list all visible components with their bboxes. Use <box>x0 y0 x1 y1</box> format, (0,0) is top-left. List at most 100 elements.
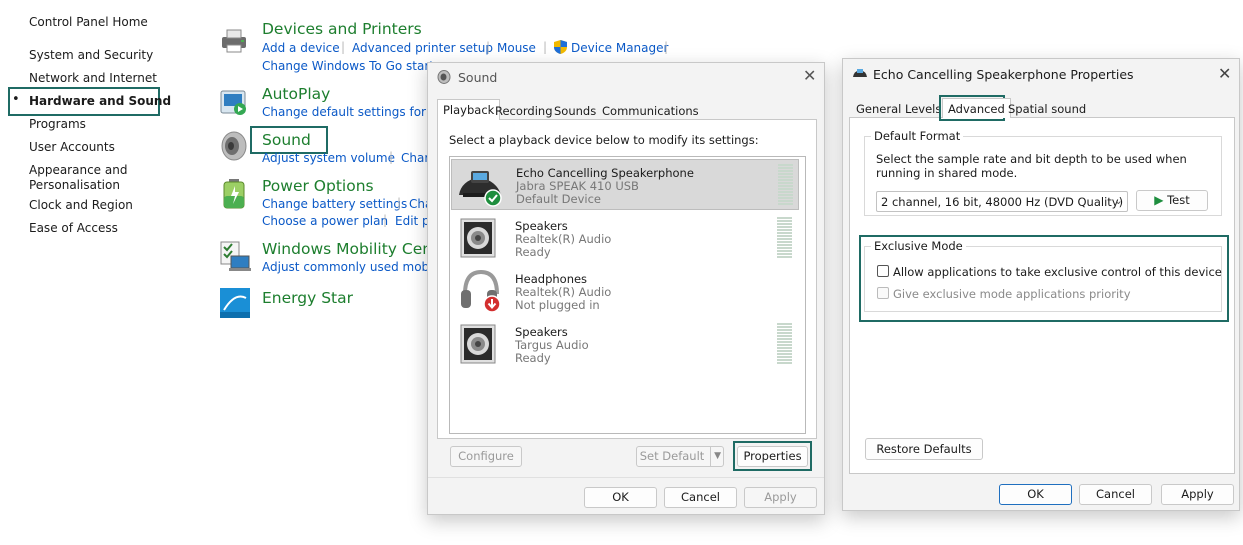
add-device-link[interactable]: Add a device <box>262 41 340 55</box>
separator: | <box>341 40 346 54</box>
device-status: Not plugged in <box>515 298 600 312</box>
adjust-system-volume-link[interactable]: Adjust system volume <box>262 151 395 165</box>
allow-exclusive-label[interactable]: Allow applications to take exclusive con… <box>893 265 1222 279</box>
volume-level-meter <box>777 217 792 259</box>
change-sounds-link[interactable]: Char <box>401 151 429 165</box>
cancel-button[interactable]: Cancel <box>1079 484 1152 505</box>
advanced-printer-setup-link[interactable]: Advanced printer setup <box>352 41 493 55</box>
device-driver: Realtek(R) Audio <box>515 285 612 299</box>
nav-ease-of-access[interactable]: Ease of Access <box>29 221 118 235</box>
device-status: Ready <box>515 245 551 259</box>
nav-system-security[interactable]: System and Security <box>29 48 153 62</box>
exclusive-priority-checkbox[interactable] <box>877 287 889 299</box>
properties-button[interactable]: Properties <box>737 446 808 467</box>
sound-speaker-icon <box>221 131 247 161</box>
tab-communications[interactable]: Communications <box>597 101 704 121</box>
autoplay-icon <box>220 90 246 115</box>
device-name: Speakers <box>515 325 568 339</box>
properties-dialog: Echo Cancelling Speakerphone Properties … <box>842 58 1240 511</box>
device-name: Speakers <box>515 219 568 233</box>
nav-network-internet[interactable]: Network and Internet <box>29 71 157 85</box>
speaker-icon <box>460 324 496 364</box>
mouse-link[interactable]: Mouse <box>497 41 536 55</box>
restore-defaults-button[interactable]: Restore Defaults <box>865 438 983 460</box>
ok-button[interactable]: OK <box>584 487 657 508</box>
separator: | <box>389 150 394 164</box>
sound-dialog-title: Sound <box>458 70 498 85</box>
device-name: Echo Cancelling Speakerphone <box>516 166 694 180</box>
edit-power-plan-link[interactable]: Edit p <box>395 214 430 228</box>
close-icon[interactable]: ✕ <box>1218 64 1231 83</box>
tab-general[interactable]: General <box>851 99 906 119</box>
playback-instruction: Select a playback device below to modify… <box>449 133 759 147</box>
change-battery-settings-link[interactable]: Change battery settings <box>262 197 407 211</box>
playback-device-list: Echo Cancelling Speakerphone Jabra SPEAK… <box>449 156 806 434</box>
tab-advanced[interactable]: Advanced <box>942 98 1011 118</box>
tab-sounds[interactable]: Sounds <box>549 101 601 121</box>
mobility-settings-link[interactable]: Adjust commonly used mobilit <box>262 260 444 274</box>
separator: | <box>397 196 402 210</box>
power-options-title[interactable]: Power Options <box>262 177 374 195</box>
devices-printers-title[interactable]: Devices and Printers <box>262 20 422 38</box>
shield-icon <box>554 40 567 54</box>
close-icon[interactable]: ✕ <box>803 66 816 85</box>
allow-exclusive-checkbox[interactable] <box>877 265 889 277</box>
mobility-center-icon <box>220 241 251 271</box>
volume-level-meter <box>778 164 793 206</box>
nav-appearance[interactable]: Appearance and Personalisation <box>29 163 139 193</box>
nav-programs[interactable]: Programs <box>29 117 86 131</box>
exclusive-priority-label: Give exclusive mode applications priorit… <box>893 287 1131 301</box>
separator: | <box>486 40 491 54</box>
energy-star-icon <box>220 288 250 318</box>
separator: | <box>664 40 669 54</box>
exclusive-mode-group <box>864 246 1222 312</box>
nav-clock-region[interactable]: Clock and Region <box>29 198 133 212</box>
properties-dialog-title: Echo Cancelling Speakerphone Properties <box>873 67 1134 82</box>
speakerphone-icon <box>459 171 502 207</box>
list-item[interactable]: Speakers Realtek(R) Audio Ready <box>451 213 799 264</box>
device-driver: Targus Audio <box>515 338 589 352</box>
chevron-down-icon: ⌄ <box>1113 194 1123 207</box>
default-format-description: Select the sample rate and bit depth to … <box>876 152 1187 180</box>
sound-dialog-speaker-icon <box>437 70 451 84</box>
headphones-icon <box>461 269 501 313</box>
device-driver: Realtek(R) Audio <box>515 232 612 246</box>
autoplay-title[interactable]: AutoPlay <box>262 85 330 103</box>
set-default-button[interactable]: Set Default ▼ <box>636 446 724 467</box>
test-button[interactable]: ▶ Test <box>1136 190 1208 211</box>
sample-rate-select[interactable]: 2 channel, 16 bit, 48000 Hz (DVD Quality… <box>876 191 1128 212</box>
default-format-label: Default Format <box>871 129 964 143</box>
list-item[interactable]: Headphones Realtek(R) Audio Not plugged … <box>451 266 799 317</box>
sample-rate-value: 2 channel, 16 bit, 48000 Hz (DVD Quality… <box>881 195 1124 209</box>
chevron-down-icon[interactable]: ▼ <box>710 447 721 466</box>
mobility-centre-title[interactable]: Windows Mobility Centr <box>262 240 445 258</box>
device-status: Ready <box>515 351 551 365</box>
device-driver: Jabra SPEAK 410 USB <box>516 179 639 193</box>
set-default-label: Set Default <box>639 449 705 463</box>
apply-button[interactable]: Apply <box>744 487 817 508</box>
energy-star-title[interactable]: Energy Star <box>262 289 353 307</box>
windows-to-go-link[interactable]: Change Windows To Go start-u <box>262 59 446 73</box>
list-item[interactable]: Speakers Targus Audio Ready <box>451 319 799 370</box>
printer-icon <box>222 29 246 53</box>
speakerphone-small-icon <box>853 69 867 77</box>
nav-user-accounts[interactable]: User Accounts <box>29 140 115 154</box>
volume-level-meter <box>777 323 792 365</box>
tab-recording[interactable]: Recording <box>490 101 558 121</box>
play-icon: ▶ <box>1154 193 1164 207</box>
sound-title[interactable]: Sound <box>262 131 311 149</box>
list-item[interactable]: Echo Cancelling Speakerphone Jabra SPEAK… <box>451 159 799 210</box>
ok-button[interactable]: OK <box>999 484 1072 505</box>
sound-dialog-footer <box>428 477 824 478</box>
device-manager-link[interactable]: Device Manager <box>571 41 668 55</box>
nav-hardware-sound[interactable]: Hardware and Sound <box>29 94 171 108</box>
nav-active-bullet: • <box>12 92 20 107</box>
choose-power-plan-link[interactable]: Choose a power plan <box>262 214 388 228</box>
configure-button[interactable]: Configure <box>450 446 522 467</box>
device-name: Headphones <box>515 272 588 286</box>
cancel-button[interactable]: Cancel <box>664 487 737 508</box>
autoplay-defaults-link[interactable]: Change default settings for me <box>262 105 449 119</box>
control-panel-home-link[interactable]: Control Panel Home <box>29 15 148 29</box>
apply-button[interactable]: Apply <box>1161 484 1234 505</box>
tab-spatial-sound[interactable]: Spatial sound <box>1003 99 1091 119</box>
